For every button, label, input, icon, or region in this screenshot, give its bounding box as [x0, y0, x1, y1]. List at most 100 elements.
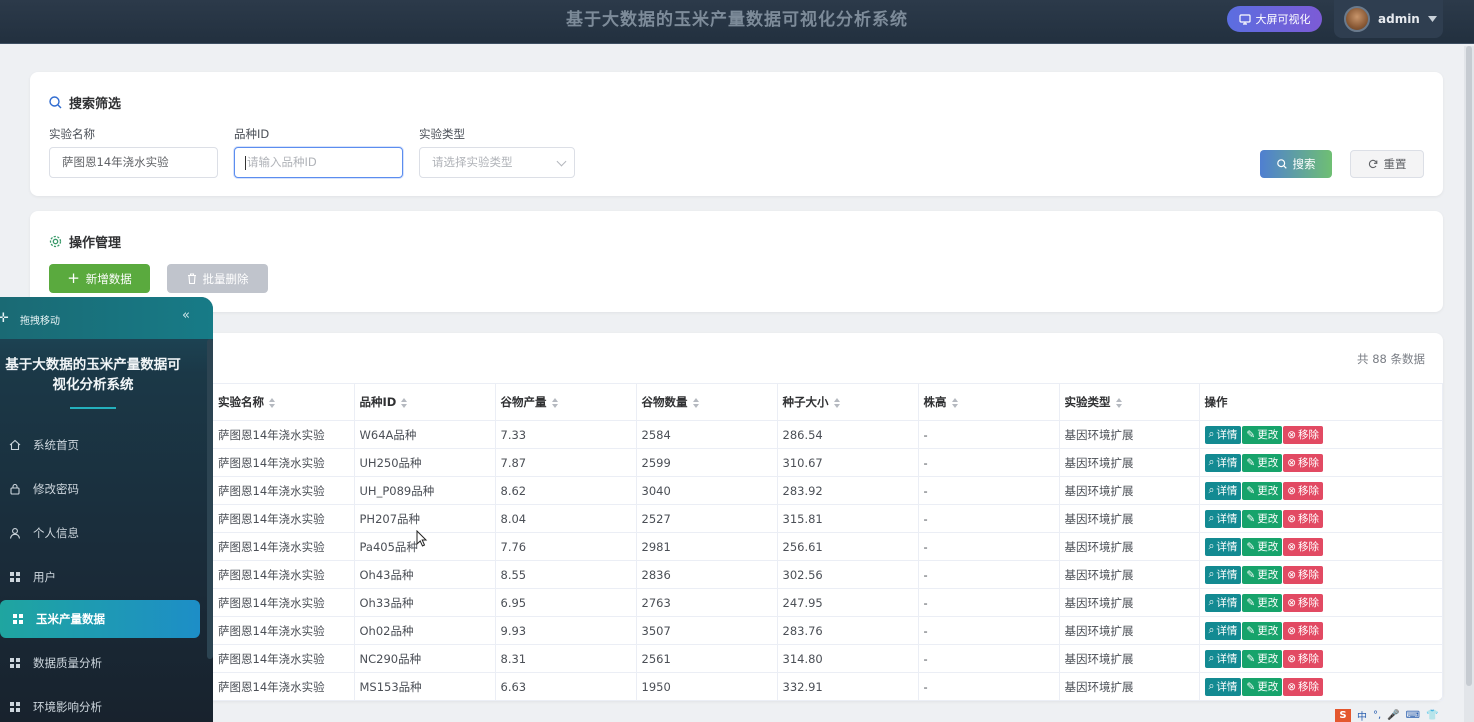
table-row[interactable]: 萨图恩14年浇水实验 Oh33品种 6.95 2763 247.95- 基因环境扩展 ⌕ 详情… [213, 588, 1443, 617]
user-menu[interactable]: admin [1334, 0, 1443, 38]
search-icon: ⌕ [1208, 680, 1215, 692]
remove-button[interactable]: ⊗ 移除 [1283, 453, 1324, 472]
detail-button[interactable]: ⌕ 详情 [1204, 677, 1242, 696]
punct-icon[interactable]: °, [1373, 710, 1381, 721]
sidebar-item-0[interactable]: 系统首页 [0, 426, 200, 464]
detail-button[interactable]: ⌕ 详情 [1204, 537, 1242, 556]
cell-exp-name: 萨图恩14年浇水实验 [213, 644, 355, 673]
sidebar-item-2[interactable]: 个人信息 [0, 514, 200, 552]
cell-actions: ⌕ 详情 ✎ 更改 ⊗ 移除 [1199, 672, 1443, 701]
col-header-actions: 操作 [1199, 383, 1443, 421]
edit-button[interactable]: ✎ 更改 [1242, 509, 1283, 528]
add-data-button[interactable]: + 新增数据 [49, 264, 150, 293]
pencil-icon: ✎ [1246, 456, 1256, 469]
sidebar-item-5[interactable]: 数据质量分析 [0, 644, 200, 682]
table-row[interactable]: 萨图恩14年浇水实验 NC290品种 8.31 2561 314.80- 基因环境扩展 ⌕ 详… [213, 644, 1443, 673]
detail-button[interactable]: ⌕ 详情 [1204, 509, 1242, 528]
close-circle-icon: ⊗ [1287, 484, 1297, 497]
table-row[interactable]: 萨图恩14年浇水实验 MS153品种 6.63 1950 332.91- 基因环境扩展 ⌕ 详… [213, 672, 1443, 701]
edit-button[interactable]: ✎ 更改 [1242, 621, 1283, 640]
cell-exp-name: 萨图恩14年浇水实验 [213, 588, 355, 617]
search-title-text: 搜索筛选 [69, 97, 122, 112]
remove-button[interactable]: ⊗ 移除 [1283, 621, 1324, 640]
sort-icon[interactable] [551, 397, 559, 408]
bigscreen-button[interactable]: 大屏可视化 [1227, 6, 1322, 32]
col-header-variety[interactable]: 品种ID [354, 383, 496, 421]
sort-icon[interactable] [833, 397, 841, 408]
table-row[interactable]: 萨图恩14年浇水实验 Oh43品种 8.55 2836 302.56- 基因环境扩展 ⌕ 详情… [213, 560, 1443, 589]
remove-button[interactable]: ⊗ 移除 [1283, 481, 1324, 500]
cell-actions: ⌕ 详情 ✎ 更改 ⊗ 移除 [1199, 560, 1443, 589]
sidebar-item-6[interactable]: 环境影响分析 [0, 688, 200, 722]
table-row[interactable]: 萨图恩14年浇水实验 UH250品种 7.87 2599 310.67- 基因环境扩展 ⌕ 详… [213, 448, 1443, 477]
col-header-yield[interactable]: 谷物产量 [495, 383, 637, 421]
table-row[interactable]: 萨图恩14年浇水实验 W64A品种 7.33 2584 286.54- 基因环境扩展 ⌕ 详情… [213, 420, 1443, 449]
edit-button[interactable]: ✎ 更改 [1242, 565, 1283, 584]
table-row[interactable]: 萨图恩14年浇水实验 UH_P089品种 8.62 3040 283.92- 基因环境扩展… [213, 476, 1443, 505]
detail-button[interactable]: ⌕ 详情 [1204, 649, 1242, 668]
mic-icon[interactable]: 🎤 [1387, 710, 1399, 721]
sort-icon[interactable] [269, 397, 276, 408]
sort-icon[interactable] [951, 397, 959, 408]
remove-button[interactable]: ⊗ 移除 [1283, 593, 1324, 612]
pencil-icon: ✎ [1246, 652, 1256, 665]
cell-count: 2981 [636, 532, 778, 561]
sidebar-drag-handle[interactable]: ✛ 拖拽移动 « [0, 297, 213, 339]
edit-button[interactable]: ✎ 更改 [1242, 677, 1283, 696]
sort-icon[interactable] [401, 397, 408, 408]
detail-button[interactable]: ⌕ 详情 [1204, 565, 1242, 584]
skin-icon[interactable]: 👕 [1426, 710, 1438, 721]
sidebar-item-1[interactable]: 修改密码 [0, 470, 200, 508]
remove-button[interactable]: ⊗ 移除 [1283, 509, 1324, 528]
cell-seed-size: 247.95 [777, 588, 919, 617]
col-header-exp-type[interactable]: 实验类型 [1059, 383, 1200, 421]
edit-button[interactable]: ✎ 更改 [1242, 453, 1283, 472]
detail-button[interactable]: ⌕ 详情 [1204, 481, 1242, 500]
batch-delete-button[interactable]: 批量删除 [167, 264, 268, 293]
page-scrollbar-thumb[interactable] [1466, 46, 1472, 686]
cell-count: 2561 [636, 644, 778, 673]
remove-button[interactable]: ⊗ 移除 [1283, 425, 1324, 444]
sort-icon[interactable] [692, 397, 700, 408]
sidebar-item-4[interactable]: 玉米产量数据 [0, 600, 200, 638]
remove-button[interactable]: ⊗ 移除 [1283, 649, 1324, 668]
variety-input[interactable]: 请输入品种ID [234, 147, 403, 178]
exp-type-select[interactable]: 请选择实验类型 [419, 147, 575, 178]
col-header-count[interactable]: 谷物数量 [636, 383, 778, 421]
detail-button[interactable]: ⌕ 详情 [1204, 621, 1242, 640]
edit-button[interactable]: ✎ 更改 [1242, 593, 1283, 612]
col-header-height[interactable]: 株高 [918, 383, 1060, 421]
search-button[interactable]: 搜索 [1260, 150, 1332, 178]
table-row[interactable]: 萨图恩14年浇水实验 PH207品种 8.04 2527 315.81- 基因环境扩展 ⌕ 详… [213, 504, 1443, 533]
sidebar-scrollbar[interactable] [207, 339, 213, 659]
sogou-ime-icon[interactable]: S [1335, 709, 1351, 722]
edit-button[interactable]: ✎ 更改 [1242, 481, 1283, 500]
edit-button[interactable]: ✎ 更改 [1242, 537, 1283, 556]
remove-button[interactable]: ⊗ 移除 [1283, 565, 1324, 584]
detail-button[interactable]: ⌕ 详情 [1204, 425, 1242, 444]
cell-yield: 6.95 [495, 588, 637, 617]
avatar[interactable] [1344, 6, 1370, 32]
edit-button[interactable]: ✎ 更改 [1242, 425, 1283, 444]
detail-button[interactable]: ⌕ 详情 [1204, 593, 1242, 612]
edit-button[interactable]: ✎ 更改 [1242, 649, 1283, 668]
table-row[interactable]: 萨图恩14年浇水实验 Pa405品种 7.76 2981 256.61- 基因环境扩展 ⌕ 详… [213, 532, 1443, 561]
keyboard-icon[interactable]: ⌨ [1406, 710, 1420, 721]
floating-sidebar[interactable]: ✛ 拖拽移动 « 基于大数据的玉米产量数据可视化分析系统 系统首页 修改密码 个人信… [0, 297, 213, 722]
cell-exp-type: 基因环境扩展 [1059, 644, 1200, 673]
reset-button[interactable]: 重置 [1350, 150, 1424, 178]
cell-variety: MS153品种 [354, 672, 496, 701]
exp-type-placeholder: 请选择实验类型 [432, 155, 513, 169]
remove-button[interactable]: ⊗ 移除 [1283, 677, 1324, 696]
pencil-icon: ✎ [1246, 568, 1256, 581]
detail-button[interactable]: ⌕ 详情 [1204, 453, 1242, 472]
exp-name-input[interactable]: 萨图恩14年浇水实验 [49, 147, 218, 178]
collapse-icon[interactable]: « [182, 308, 190, 323]
remove-button[interactable]: ⊗ 移除 [1283, 537, 1324, 556]
sort-icon[interactable] [1115, 397, 1123, 408]
ime-mode[interactable]: 中 [1357, 708, 1367, 722]
col-header-seed-size[interactable]: 种子大小 [777, 383, 919, 421]
col-header-exp-name[interactable]: 实验名称 [213, 383, 355, 421]
sidebar-item-3[interactable]: 用户 [0, 558, 200, 596]
table-row[interactable]: 萨图恩14年浇水实验 Oh02品种 9.93 3507 283.76- 基因环境扩展 ⌕ 详情… [213, 616, 1443, 645]
